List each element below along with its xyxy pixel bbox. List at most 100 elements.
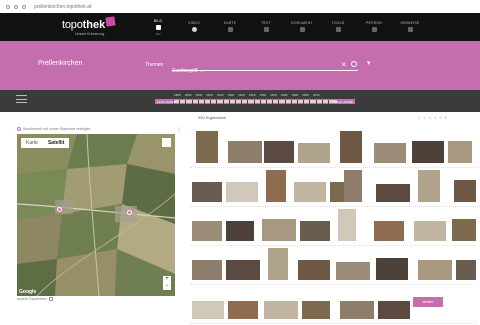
menu-item-label: TEXT [261,20,271,25]
satellite-map[interactable]: Karte Satellit + − Google [17,134,175,296]
photo-thumbnail[interactable] [192,260,222,280]
timeline-year[interactable]: 1980 [281,93,288,97]
topothek-logo[interactable]: topo thek Unsere Erinnerung [62,16,116,36]
photo-thumbnail[interactable] [226,260,260,280]
photo-thumbnail[interactable] [376,184,410,202]
timeline-year[interactable]: 2000 [302,93,309,97]
photo-thumbnail[interactable] [262,219,296,241]
menu-item-tools[interactable]: TOOLS [320,13,356,41]
collapse-map-icon[interactable]: ⟩ [178,127,180,133]
photo-thumbnail[interactable] [374,221,404,241]
clear-search-icon[interactable]: × [341,59,346,71]
photo-thumbnail[interactable] [374,143,406,163]
tab-karte[interactable]: Karte [21,138,43,148]
timeline-year[interactable]: 1880 [174,93,181,97]
photo-thumbnail[interactable] [418,170,440,202]
photo-thumbnail[interactable] [192,221,222,241]
menu-item-karte[interactable]: KARTE [212,13,248,41]
timeline-right-label[interactable]: ALLE JAHRE [335,100,353,104]
photo-thumbnail[interactable] [228,301,258,319]
photo-thumbnail[interactable] [226,221,254,241]
photo-thumbnail[interactable] [264,141,294,163]
menu-item-bild[interactable]: BILD 390 [140,13,176,41]
photo-thumbnail[interactable] [340,301,374,319]
themen-dropdown[interactable]: Themen [145,62,163,68]
fullscreen-icon[interactable] [162,138,171,147]
photo-thumbnail[interactable] [454,180,476,202]
photo-thumbnail[interactable] [452,219,476,241]
timeline-tick [241,100,243,104]
timeline-year[interactable]: 2010 [313,93,320,97]
timeline-year[interactable]: 1940 [238,93,245,97]
tab-satellit[interactable]: Satellit [42,138,70,148]
photo-thumbnail[interactable] [338,209,356,241]
timeline-year[interactable]: 1920 [217,93,224,97]
photo-thumbnail[interactable] [298,260,330,280]
zoom-in-button[interactable]: + [163,276,171,283]
timeline-tick [197,100,199,104]
timeline-year[interactable]: 1900 [195,93,202,97]
timeline-track[interactable] [173,100,337,104]
timeline-year[interactable]: 1990 [292,93,299,97]
timeline-year[interactable]: 1970 [270,93,277,97]
photo-thumbnail[interactable] [192,182,222,202]
photo-thumbnail[interactable] [300,221,330,241]
photo-thumbnail[interactable] [268,248,288,280]
photo-thumbnail[interactable] [226,182,258,202]
load-more-button[interactable]: weiter [413,297,443,307]
photo-thumbnail[interactable] [448,141,472,163]
photo-thumbnail[interactable] [414,221,446,241]
photo-thumbnail[interactable] [294,182,326,202]
zoom-out-button[interactable]: − [163,283,171,290]
site-header: topo thek Unsere Erinnerung BILD 390 VIDEO K… [0,13,480,41]
timeline-year[interactable]: 1910 [206,93,213,97]
photo-thumbnail[interactable] [298,143,330,163]
timeline-slider[interactable]: ALLE JAHRE ALLE JAHRE [155,99,355,104]
timeline-tick [222,100,224,104]
back-icon[interactable] [6,4,10,9]
map-pin-icon[interactable] [57,207,62,212]
photo-thumbnail[interactable] [340,131,362,163]
search-input[interactable] [172,65,322,74]
browser-address-bar: prellenkirchen.topothek.at [0,0,480,13]
photo-thumbnail[interactable] [266,170,286,202]
menu-item-video[interactable]: VIDEO [176,13,212,41]
menu-item-hinweise[interactable]: HINWEISE [392,13,428,41]
photo-thumbnail[interactable] [344,170,362,202]
timeline-year[interactable]: 1890 [185,93,192,97]
photo-thumbnail[interactable] [378,301,410,319]
photo-thumbnail[interactable] [412,141,444,163]
menu-item-dokument[interactable]: DOKUMENT [284,13,320,41]
photo-row [190,208,476,246]
forward-icon[interactable] [14,4,18,9]
timeline-year[interactable]: 1950 [249,93,256,97]
timeline-tick [259,100,261,104]
reload-icon[interactable] [22,4,26,9]
photo-thumbnail[interactable] [418,260,452,280]
photo-thumbnail[interactable] [264,301,298,319]
search-icon[interactable] [351,61,357,67]
menu-item-person[interactable]: PERSON [356,13,392,41]
pagination[interactable]: 1 2 3 4 5 6 [418,115,448,120]
map-filter-option[interactable]: Suchbereich mit vorher Standorte verfolg… [17,127,91,131]
more-options-icon[interactable]: ▾ [367,58,371,70]
photo-thumbnail[interactable] [336,262,370,280]
checkbox-icon[interactable] [48,297,53,301]
photo-thumbnail[interactable] [196,131,218,163]
map-pin-icon[interactable] [127,210,132,215]
timeline-left-label[interactable]: ALLE JAHRE [157,100,175,104]
timeline-year[interactable]: 1930 [227,93,234,97]
photo-thumbnail[interactable] [228,141,262,163]
url-field[interactable]: prellenkirchen.topothek.at [34,4,91,10]
photo-thumbnail[interactable] [456,260,476,280]
hamburger-menu-icon[interactable] [16,95,27,103]
timeline-tick [284,100,286,104]
timeline-year[interactable]: 1960 [260,93,267,97]
other-topotheks-option[interactable]: andere Topotheken [17,297,53,301]
menu-item-text[interactable]: TEXT [248,13,284,41]
photo-thumbnail[interactable] [376,258,408,280]
photo-thumbnail[interactable] [192,301,224,319]
photo-thumbnail[interactable] [302,301,330,319]
photo-row [190,247,476,285]
radio-icon[interactable] [17,127,21,131]
